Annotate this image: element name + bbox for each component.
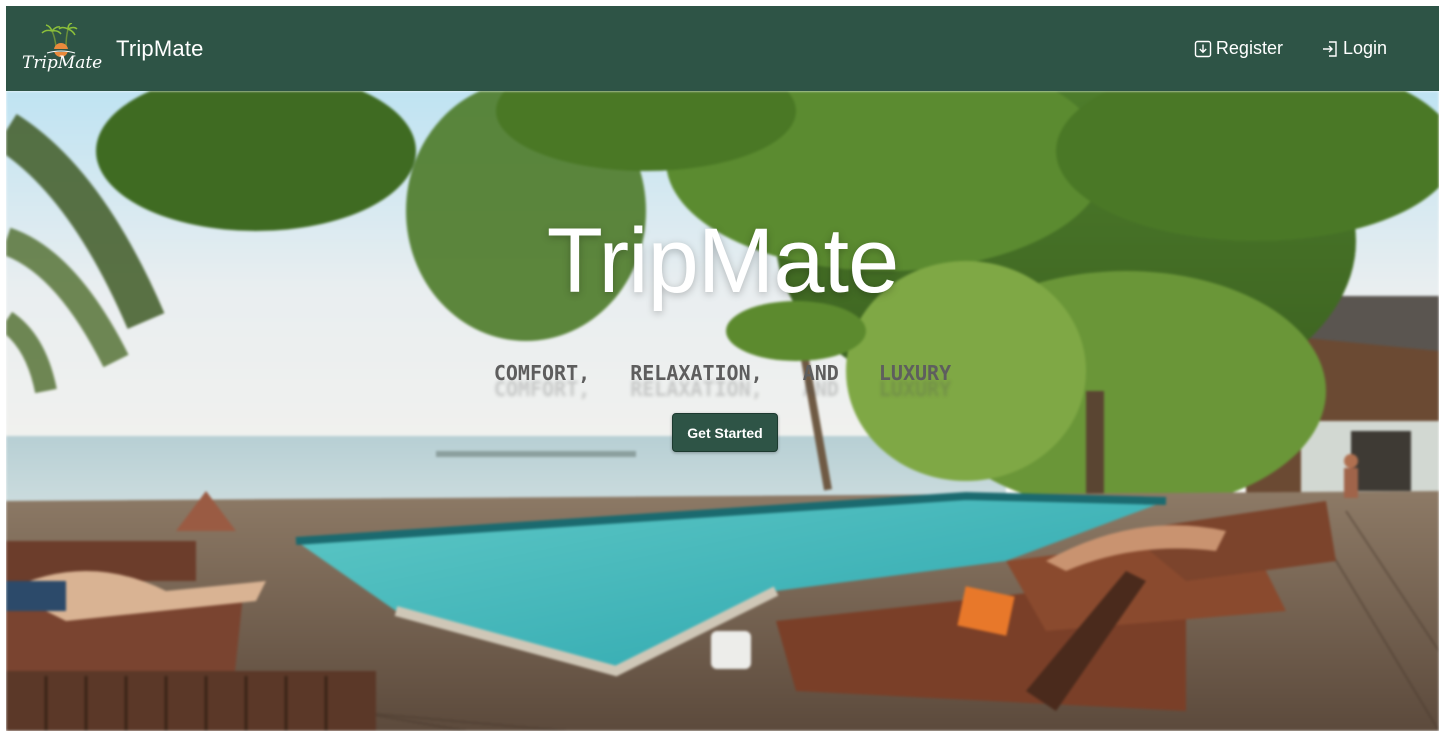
register-label: Register	[1215, 38, 1283, 58]
navbar: TripMate TripMate Register Login	[6, 6, 1439, 91]
register-link[interactable]: Register	[1194, 38, 1283, 59]
get-started-button[interactable]: Get Started	[672, 413, 778, 452]
tagline-word: RELAXATION,	[630, 361, 763, 385]
login-link[interactable]: Login	[1321, 38, 1387, 59]
tagline-word: AND	[802, 361, 839, 385]
download-box-icon	[1194, 40, 1212, 57]
login-label: Login	[1342, 38, 1387, 58]
hero-section: TripMate COMFORT, RELAXATION, AND LUXURY…	[6, 91, 1439, 731]
login-arrow-icon	[1322, 40, 1337, 57]
brand-name[interactable]: TripMate	[116, 36, 204, 62]
brand-logo[interactable]: TripMate	[22, 22, 103, 75]
nav-actions: Register Login	[1194, 38, 1387, 59]
hero-background-image	[6, 91, 1439, 731]
hero-tagline: COMFORT, RELAXATION, AND LUXURY	[6, 361, 1439, 385]
app-frame: TripMate TripMate Register Login TripMat…	[6, 6, 1439, 731]
tagline-word: COMFORT,	[493, 361, 591, 385]
logo-script-text: TripMate	[22, 52, 103, 73]
hero-title: TripMate	[546, 210, 900, 312]
tagline-word: LUXURY	[878, 361, 952, 385]
